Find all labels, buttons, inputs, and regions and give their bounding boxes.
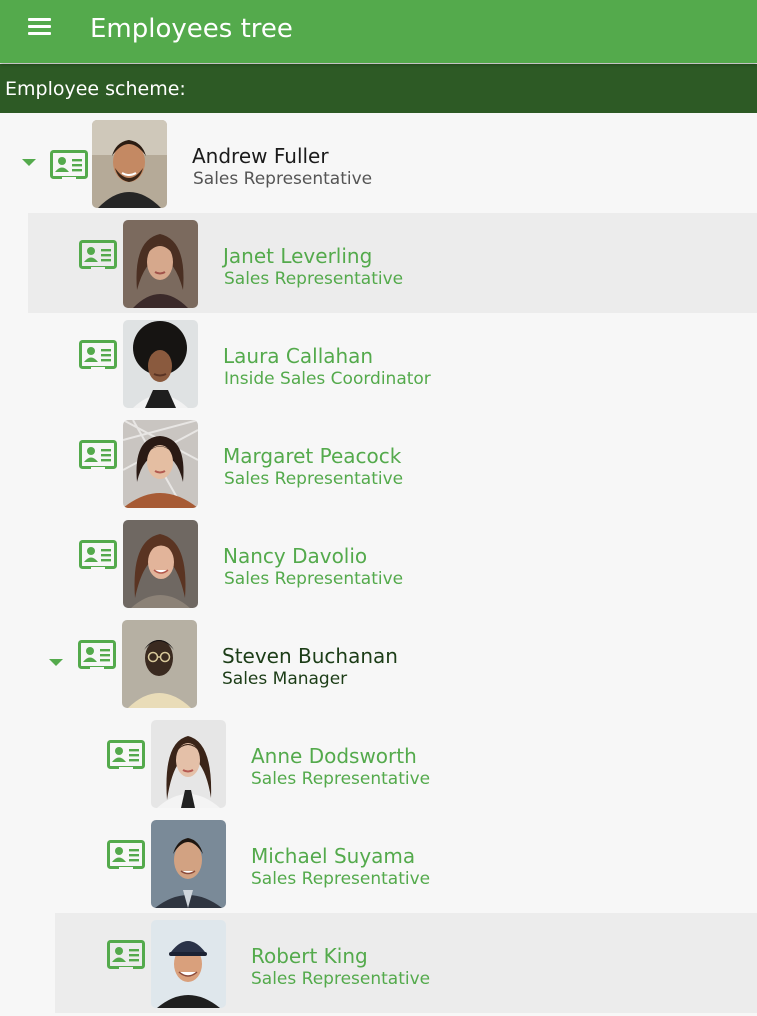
avatar	[122, 620, 197, 708]
id-card-icon	[79, 240, 117, 270]
employee-title: Inside Sales Coordinator	[224, 369, 431, 389]
tree-node-robert-king[interactable]: Robert King Sales Representative	[55, 913, 757, 1013]
tree-node-michael-suyama[interactable]: Michael Suyama Sales Representative	[55, 813, 757, 913]
id-card-icon	[79, 440, 117, 470]
employee-title: Sales Representative	[224, 469, 404, 489]
tree-node-janet-leverling[interactable]: Janet Leverling Sales Representative	[28, 213, 757, 313]
employee-title: Sales Representative	[193, 169, 373, 189]
id-card-icon	[78, 640, 116, 670]
tree-node-margaret-peacock[interactable]: Margaret Peacock Sales Representative	[28, 413, 757, 513]
employee-title: Sales Manager	[222, 669, 348, 689]
employee-title: Sales Representative	[251, 769, 431, 789]
employee-title: Sales Representative	[251, 969, 431, 989]
id-card-icon	[79, 340, 117, 370]
employee-name: Andrew Fuller	[192, 144, 329, 168]
expand-toggle-icon[interactable]	[21, 155, 37, 171]
app-bar: Employees tree	[0, 0, 757, 63]
expand-toggle-icon[interactable]	[48, 655, 64, 671]
scheme-label: Employee scheme:	[5, 78, 186, 100]
id-card-icon	[107, 740, 145, 770]
tree-node-laura-callahan[interactable]: Laura Callahan Inside Sales Coordinator	[28, 313, 757, 413]
id-card-icon	[107, 840, 145, 870]
employee-name: Steven Buchanan	[222, 644, 398, 668]
avatar	[123, 420, 198, 508]
employee-title: Sales Representative	[224, 569, 404, 589]
avatar	[123, 320, 198, 408]
tree-node-andrew-fuller[interactable]: Andrew Fuller Sales Representative	[0, 113, 757, 213]
avatar	[123, 220, 198, 308]
employee-name: Robert King	[251, 944, 368, 968]
avatar	[151, 720, 226, 808]
employee-title: Sales Representative	[224, 269, 404, 289]
employee-name: Laura Callahan	[223, 344, 374, 368]
employee-name: Janet Leverling	[223, 244, 373, 268]
avatar	[92, 120, 167, 208]
avatar	[151, 820, 226, 908]
avatar	[151, 920, 226, 1008]
employee-name: Anne Dodsworth	[251, 744, 417, 768]
employee-name: Michael Suyama	[251, 844, 416, 868]
tree-node-anne-dodsworth[interactable]: Anne Dodsworth Sales Representative	[55, 713, 757, 813]
tree-node-nancy-davolio[interactable]: Nancy Davolio Sales Representative	[28, 513, 757, 613]
avatar	[123, 520, 198, 608]
scheme-header: Employee scheme:	[0, 64, 757, 113]
id-card-icon	[79, 540, 117, 570]
employee-name: Margaret Peacock	[223, 444, 402, 468]
employee-title: Sales Representative	[251, 869, 431, 889]
tree-node-steven-buchanan[interactable]: Steven Buchanan Sales Manager	[28, 613, 757, 713]
hamburger-menu-icon[interactable]	[22, 14, 58, 44]
id-card-icon	[107, 940, 145, 970]
app-title: Employees tree	[90, 14, 293, 44]
id-card-icon	[50, 150, 88, 180]
employee-name: Nancy Davolio	[223, 544, 368, 568]
